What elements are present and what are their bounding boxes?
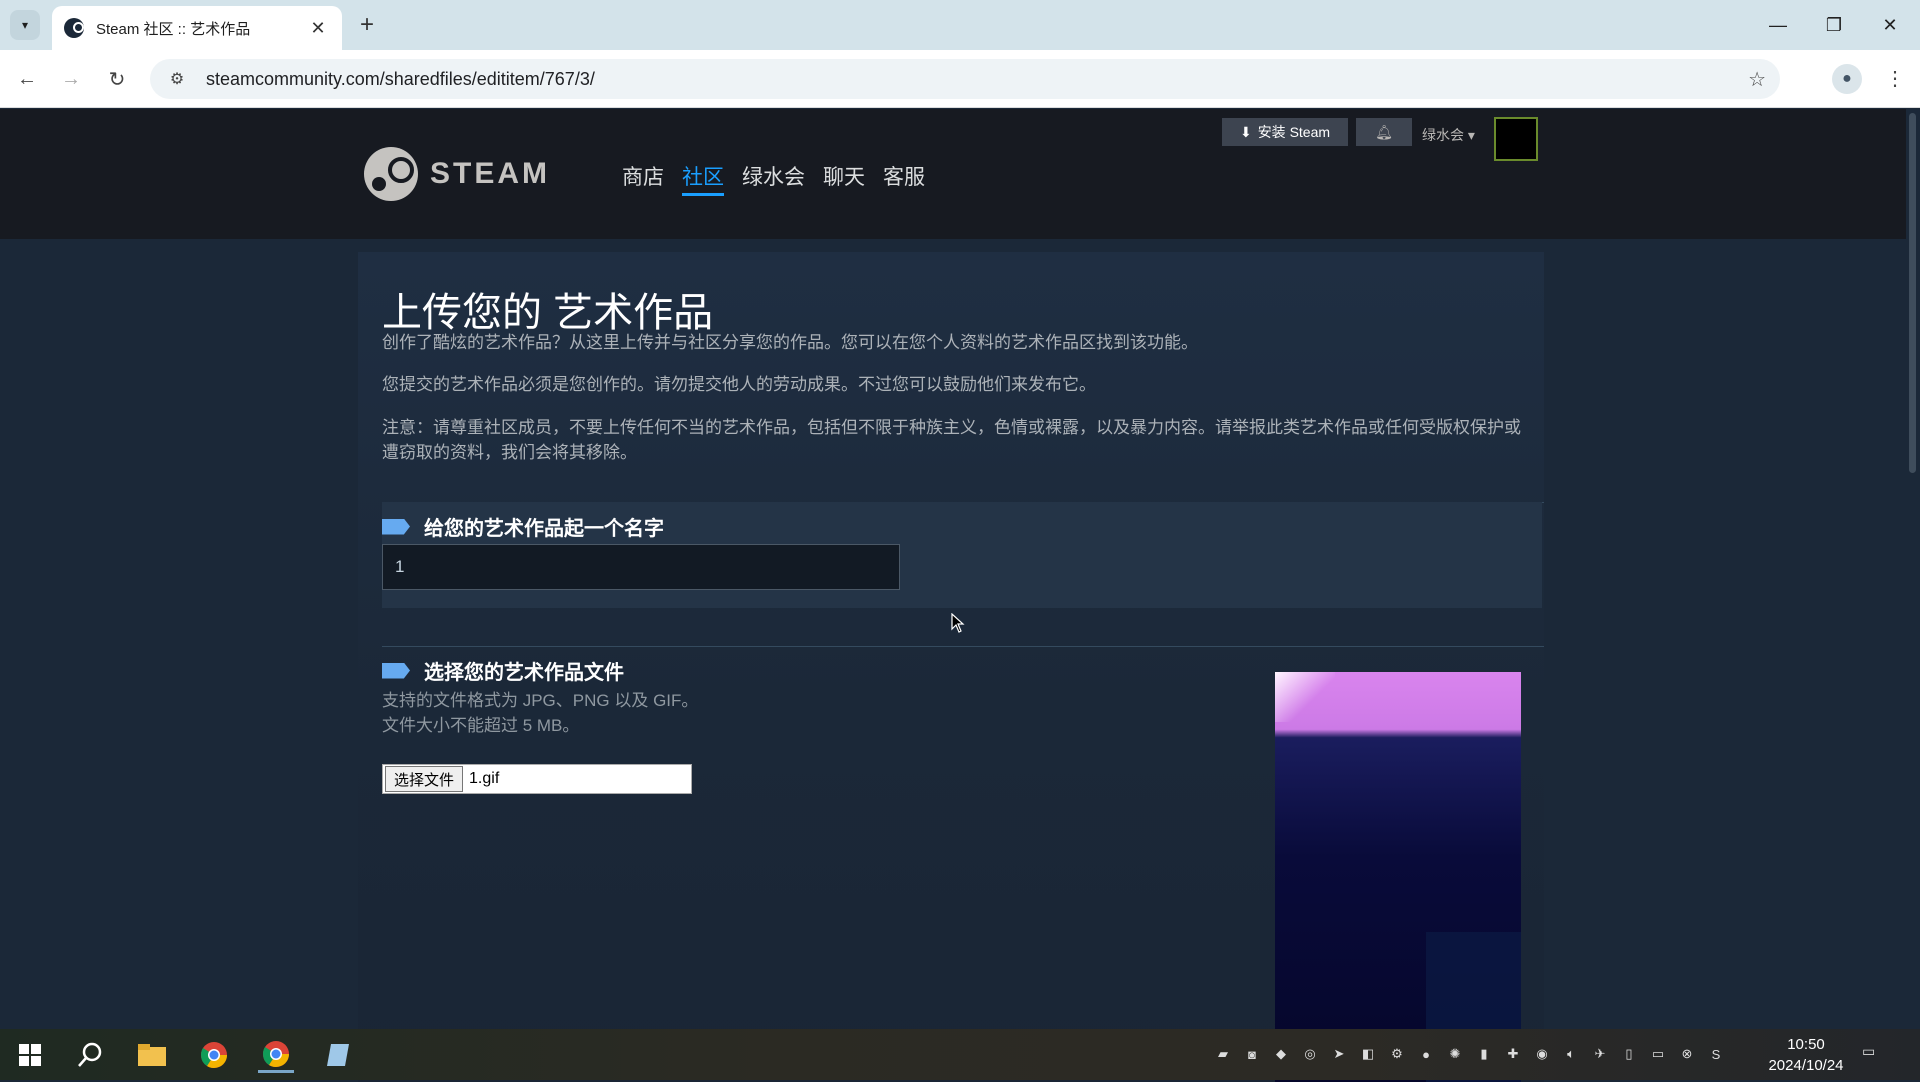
browser-menu-icon[interactable]: ⋮ xyxy=(1880,64,1910,94)
tray-app-icon[interactable]: ◆ xyxy=(1270,1043,1292,1065)
browser-tabbar: ▾ Steam 社区 :: 艺术作品 ✕ + — ❐ ✕ xyxy=(0,0,1920,50)
nvidia-icon[interactable]: ▰ xyxy=(1212,1043,1234,1065)
tray-app-icon[interactable]: ◉ xyxy=(1531,1043,1553,1065)
nav-support[interactable]: 客服 xyxy=(883,161,925,196)
chosen-file-name: 1.gif xyxy=(469,770,500,787)
ownership-text: 您提交的艺术作品必须是您创作的。请勿提交他人的劳动成果。不过您可以鼓励他们来发布… xyxy=(382,375,1096,394)
site-settings-icon[interactable]: ⚙ xyxy=(162,69,192,89)
close-window-button[interactable]: ✕ xyxy=(1862,0,1918,50)
upload-panel: 上传您的 艺术作品 创作了酷炫的艺术作品？从这里上传并与社区分享您的作品。您可以… xyxy=(358,252,1544,1082)
section-divider xyxy=(382,646,1544,647)
format-line: 支持的文件格式为 JPG、PNG 以及 GIF。 xyxy=(382,691,699,710)
notes-app-icon[interactable] xyxy=(320,1037,356,1073)
page-scrollbar[interactable] xyxy=(1906,109,1920,1029)
chrome-active-window-icon[interactable] xyxy=(258,1037,294,1073)
account-menu[interactable]: 绿水会 ▾ xyxy=(1422,125,1475,145)
file-explorer-icon[interactable] xyxy=(134,1037,170,1073)
notification-center-icon[interactable]: ▭ xyxy=(1862,1043,1884,1065)
tray-app-icon[interactable]: ➤ xyxy=(1328,1043,1350,1065)
steam-logo-text: STEAM xyxy=(430,157,550,190)
mouse-cursor-icon xyxy=(951,613,965,633)
name-section-label: 给您的艺术作品起一个名字 xyxy=(424,518,664,540)
tray-app-icon[interactable]: ✺ xyxy=(1444,1043,1466,1065)
address-bar[interactable]: ⚙ steamcommunity.com/sharedfiles/editite… xyxy=(150,59,1780,99)
tray-app-icon[interactable]: ◎ xyxy=(1299,1043,1321,1065)
scrollbar-thumb[interactable] xyxy=(1909,113,1916,473)
url-text: steamcommunity.com/sharedfiles/edititem/… xyxy=(206,68,595,89)
network-icon[interactable]: ✈ xyxy=(1589,1043,1611,1065)
tray-app-icon[interactable]: ◧ xyxy=(1357,1043,1379,1065)
steam-tray-icon[interactable]: ⚙ xyxy=(1386,1043,1408,1065)
name-section-header: 给您的艺术作品起一个名字 xyxy=(382,512,664,541)
artwork-preview-image xyxy=(1275,672,1521,1082)
install-steam-button[interactable]: ⬇ 安装 Steam xyxy=(1222,118,1348,146)
steam-favicon-icon xyxy=(64,18,84,38)
browser-tab[interactable]: Steam 社区 :: 艺术作品 ✕ xyxy=(52,6,342,50)
nav-chat[interactable]: 聊天 xyxy=(823,161,865,196)
avatar[interactable] xyxy=(1494,117,1538,161)
microphone-icon[interactable]: ▮ xyxy=(1473,1043,1495,1065)
browser-toolbar: ← → ↻ ⚙ steamcommunity.com/sharedfiles/e… xyxy=(0,50,1920,108)
display-icon[interactable]: ▭ xyxy=(1647,1043,1669,1065)
windows-start-icon[interactable] xyxy=(12,1037,48,1073)
file-section-label: 选择您的艺术作品文件 xyxy=(424,662,624,684)
tray-app-icon[interactable]: ● xyxy=(1415,1043,1437,1065)
back-button[interactable]: ← xyxy=(12,64,42,94)
file-format-hint: 支持的文件格式为 JPG、PNG 以及 GIF。 文件大小不能超过 5 MB。 xyxy=(382,688,698,738)
section-flag-icon xyxy=(382,518,410,535)
taskbar-clock[interactable]: 10:50 2024/10/24 xyxy=(1756,1034,1856,1076)
bookmark-star-icon[interactable]: ☆ xyxy=(1748,67,1766,92)
tab-title: Steam 社区 :: 艺术作品 xyxy=(96,20,251,38)
taskbar: ▰ ◙ ◆ ◎ ➤ ◧ ⚙ ● ✺ ▮ ✚ ◉ 🔈︎ ✈ ▯ ▭ ⊗ S 10:… xyxy=(0,1029,1920,1080)
account-name: 绿水会 xyxy=(1422,127,1464,143)
choose-file-button[interactable]: 选择文件 xyxy=(385,766,464,792)
size-line: 文件大小不能超过 5 MB。 xyxy=(382,716,580,735)
close-tab-icon[interactable]: ✕ xyxy=(306,18,330,39)
tray-app-icon[interactable]: ✚ xyxy=(1502,1043,1524,1065)
search-icon[interactable] xyxy=(72,1037,108,1073)
tray-app-icon[interactable]: ⊗ xyxy=(1676,1043,1698,1065)
steam-logo-icon xyxy=(364,147,418,201)
notifications-button[interactable]: 🔔︎ xyxy=(1356,118,1412,146)
profile-icon[interactable]: ● xyxy=(1832,64,1862,94)
clock-time: 10:50 xyxy=(1787,1036,1825,1053)
tab-search-button[interactable]: ▾ xyxy=(10,10,40,40)
notice-text: 注意：请尊重社区成员，不要上传任何不当的艺术作品，包括但不限于种族主义，色情或裸… xyxy=(382,418,1521,462)
system-tray: ▰ ◙ ◆ ◎ ➤ ◧ ⚙ ● ✺ ▮ ✚ ◉ 🔈︎ ✈ ▯ ▭ ⊗ S xyxy=(1212,1043,1727,1065)
minimize-button[interactable]: — xyxy=(1750,0,1806,50)
chrome-icon[interactable] xyxy=(196,1037,232,1073)
section-flag-icon xyxy=(382,662,410,679)
reload-button[interactable]: ↻ xyxy=(102,64,132,94)
steam-header: STEAM 商店 社区 绿水会 聊天 客服 ⬇ 安装 Steam 🔔︎ 绿水会 … xyxy=(0,109,1906,239)
clock-date: 2024/10/24 xyxy=(1768,1057,1844,1074)
new-tab-button[interactable]: + xyxy=(352,10,382,40)
intro-text: 创作了酷炫的艺术作品？从这里上传并与社区分享您的作品。您可以在您个人资料的艺术作… xyxy=(382,333,1198,352)
tray-app-icon[interactable]: ◙ xyxy=(1241,1043,1263,1065)
chevron-down-icon: ▾ xyxy=(21,18,29,32)
file-chooser[interactable]: 选择文件 1.gif xyxy=(382,764,692,794)
title-input[interactable] xyxy=(382,544,900,590)
caret-down-icon: ▾ xyxy=(1467,127,1475,143)
tray-app-icon[interactable]: S xyxy=(1705,1043,1727,1065)
main-nav: 商店 社区 绿水会 聊天 客服 xyxy=(622,161,925,196)
nav-store[interactable]: 商店 xyxy=(622,161,664,196)
usb-icon[interactable]: ▯ xyxy=(1618,1043,1640,1065)
install-steam-label: 安装 Steam xyxy=(1257,124,1331,140)
nav-community[interactable]: 社区 xyxy=(682,161,724,196)
steam-logo[interactable]: STEAM xyxy=(364,147,550,201)
file-section-header: 选择您的艺术作品文件 xyxy=(382,656,624,685)
nav-profile[interactable]: 绿水会 xyxy=(742,161,805,196)
forward-button[interactable]: → xyxy=(56,64,86,94)
volume-icon[interactable]: 🔈︎ xyxy=(1560,1043,1582,1065)
download-icon: ⬇ xyxy=(1239,123,1252,140)
bell-icon: 🔔︎ xyxy=(1375,123,1393,140)
restore-button[interactable]: ❐ xyxy=(1806,0,1862,50)
